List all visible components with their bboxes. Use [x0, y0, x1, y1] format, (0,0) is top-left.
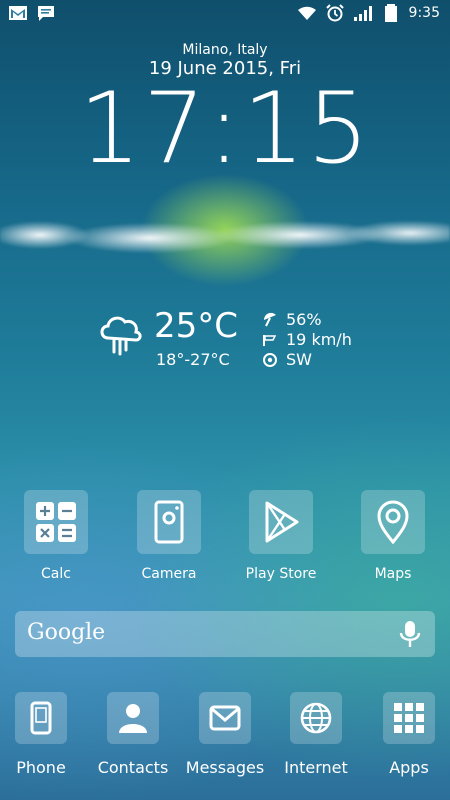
dock-internet[interactable]: Internet [266, 692, 366, 777]
rain-cloud-icon [98, 310, 144, 356]
humidity-row: 56% [262, 310, 322, 329]
phone-icon [15, 692, 67, 744]
play-store-icon [249, 490, 313, 554]
clock-time[interactable]: 17:15 [0, 80, 450, 178]
wind-speed-row: 19 km/h [262, 330, 352, 349]
wind-direction-value: SW [286, 350, 312, 369]
dock-label: Contacts [97, 758, 169, 777]
alarm-icon [325, 4, 345, 22]
microphone-icon[interactable] [397, 619, 423, 649]
dock-messages[interactable]: Messages [175, 692, 275, 777]
signal-icon [353, 4, 373, 22]
app-label: Camera [141, 566, 197, 582]
clock-location[interactable]: Milano, Italy [0, 42, 450, 58]
dock-contacts[interactable]: Contacts [83, 692, 183, 777]
wind-icon [262, 332, 278, 348]
dock-label: Apps [389, 758, 429, 777]
app-label: Play Store [245, 566, 317, 582]
dock-label: Messages [185, 758, 265, 777]
dock-label: Phone [16, 758, 66, 777]
status-bar: 9:35 [0, 0, 450, 28]
calculator-icon [24, 490, 88, 554]
dock-phone[interactable]: Phone [0, 692, 91, 777]
wind-direction-row: SW [262, 350, 312, 369]
dock-label: Internet [284, 758, 348, 777]
apps-grid-icon [383, 692, 435, 744]
app-maps[interactable]: Maps [338, 490, 448, 582]
compass-icon [262, 352, 278, 368]
camera-icon [137, 490, 201, 554]
gmail-icon [8, 4, 28, 22]
wifi-icon [297, 4, 317, 22]
battery-icon [381, 4, 401, 22]
temperature: 25°C [154, 306, 239, 346]
app-label: Maps [374, 566, 412, 582]
dock-apps[interactable]: Apps [359, 692, 450, 777]
mail-icon [199, 692, 251, 744]
app-play-store[interactable]: Play Store [226, 490, 336, 582]
app-camera[interactable]: Camera [114, 490, 224, 582]
google-search-bar[interactable]: Google [15, 611, 435, 657]
humidity-value: 56% [286, 310, 322, 329]
contacts-icon [107, 692, 159, 744]
status-time: 9:35 [408, 5, 440, 21]
message-icon [36, 4, 56, 22]
umbrella-icon [262, 312, 278, 328]
temperature-range: 18°-27°C [156, 350, 230, 369]
weather-widget[interactable]: 25°C 18°-27°C 56% 19 km/h SW [0, 306, 450, 376]
google-logo: Google [27, 620, 106, 645]
weather-clouds [0, 200, 450, 270]
globe-icon [290, 692, 342, 744]
app-calc[interactable]: Calc [1, 490, 111, 582]
map-pin-icon [361, 490, 425, 554]
wind-speed-value: 19 km/h [286, 330, 352, 349]
app-label: Calc [41, 566, 71, 582]
